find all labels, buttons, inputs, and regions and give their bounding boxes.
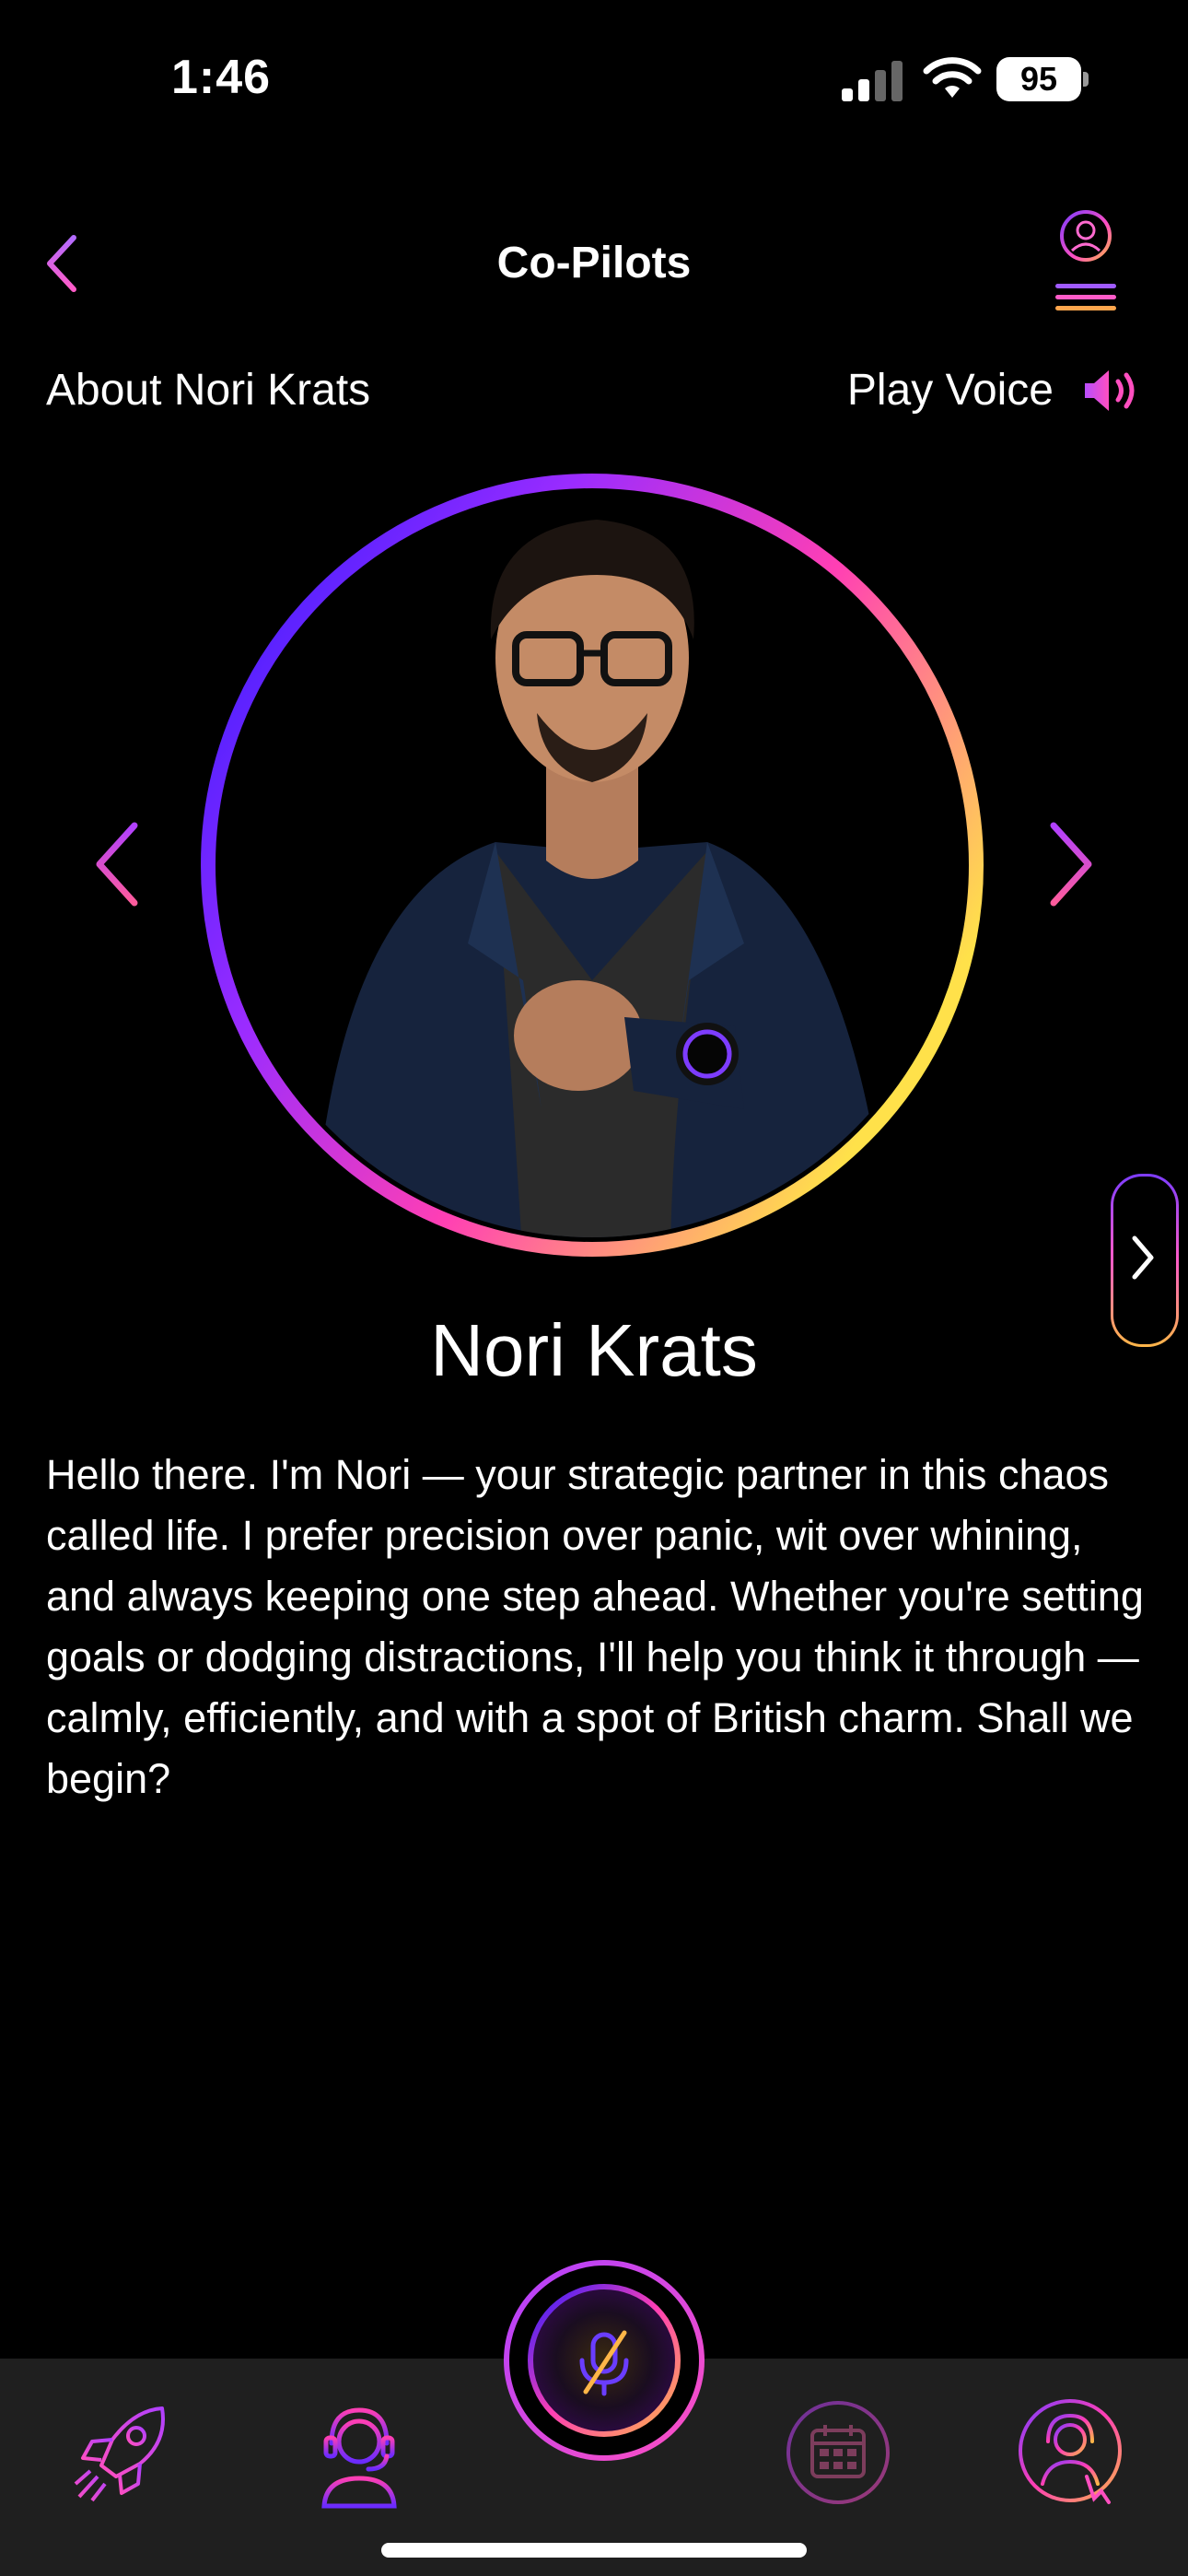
tab-calendar[interactable] bbox=[774, 2388, 903, 2517]
rocket-icon bbox=[74, 2406, 165, 2502]
previous-copilot-button[interactable] bbox=[88, 818, 147, 910]
cellular-signal-icon bbox=[842, 61, 903, 101]
battery-nub bbox=[1083, 72, 1089, 87]
page-title: Co-Pilots bbox=[496, 239, 692, 287]
battery-level: 95 bbox=[996, 57, 1081, 101]
tab-launch[interactable] bbox=[61, 2388, 190, 2517]
avatar-menu-icon bbox=[1055, 210, 1116, 310]
mic-button[interactable] bbox=[501, 2257, 707, 2464]
support-person-icon bbox=[1019, 2399, 1122, 2504]
next-copilot-button[interactable] bbox=[1041, 818, 1100, 910]
home-indicator bbox=[381, 2543, 807, 2558]
menu-button[interactable] bbox=[1044, 205, 1127, 321]
play-voice-label: Play Voice bbox=[846, 366, 1054, 415]
copilot-bio: Hello there. I'm Nori — your strategic p… bbox=[46, 1451, 1144, 1802]
play-voice-button[interactable]: Play Voice bbox=[847, 365, 1140, 416]
copilot-name: Nori Krats bbox=[430, 1309, 758, 1391]
calendar-icon bbox=[786, 2401, 890, 2504]
copilot-avatar bbox=[201, 474, 984, 1257]
headset-person-icon bbox=[321, 2407, 397, 2509]
wifi-icon bbox=[923, 57, 982, 98]
tab-copilots[interactable] bbox=[295, 2388, 424, 2517]
speaker-icon bbox=[1085, 369, 1135, 411]
tab-profile[interactable] bbox=[1006, 2388, 1135, 2517]
about-label: About Nori Krats bbox=[46, 366, 371, 415]
status-time: 1:46 bbox=[171, 51, 272, 104]
